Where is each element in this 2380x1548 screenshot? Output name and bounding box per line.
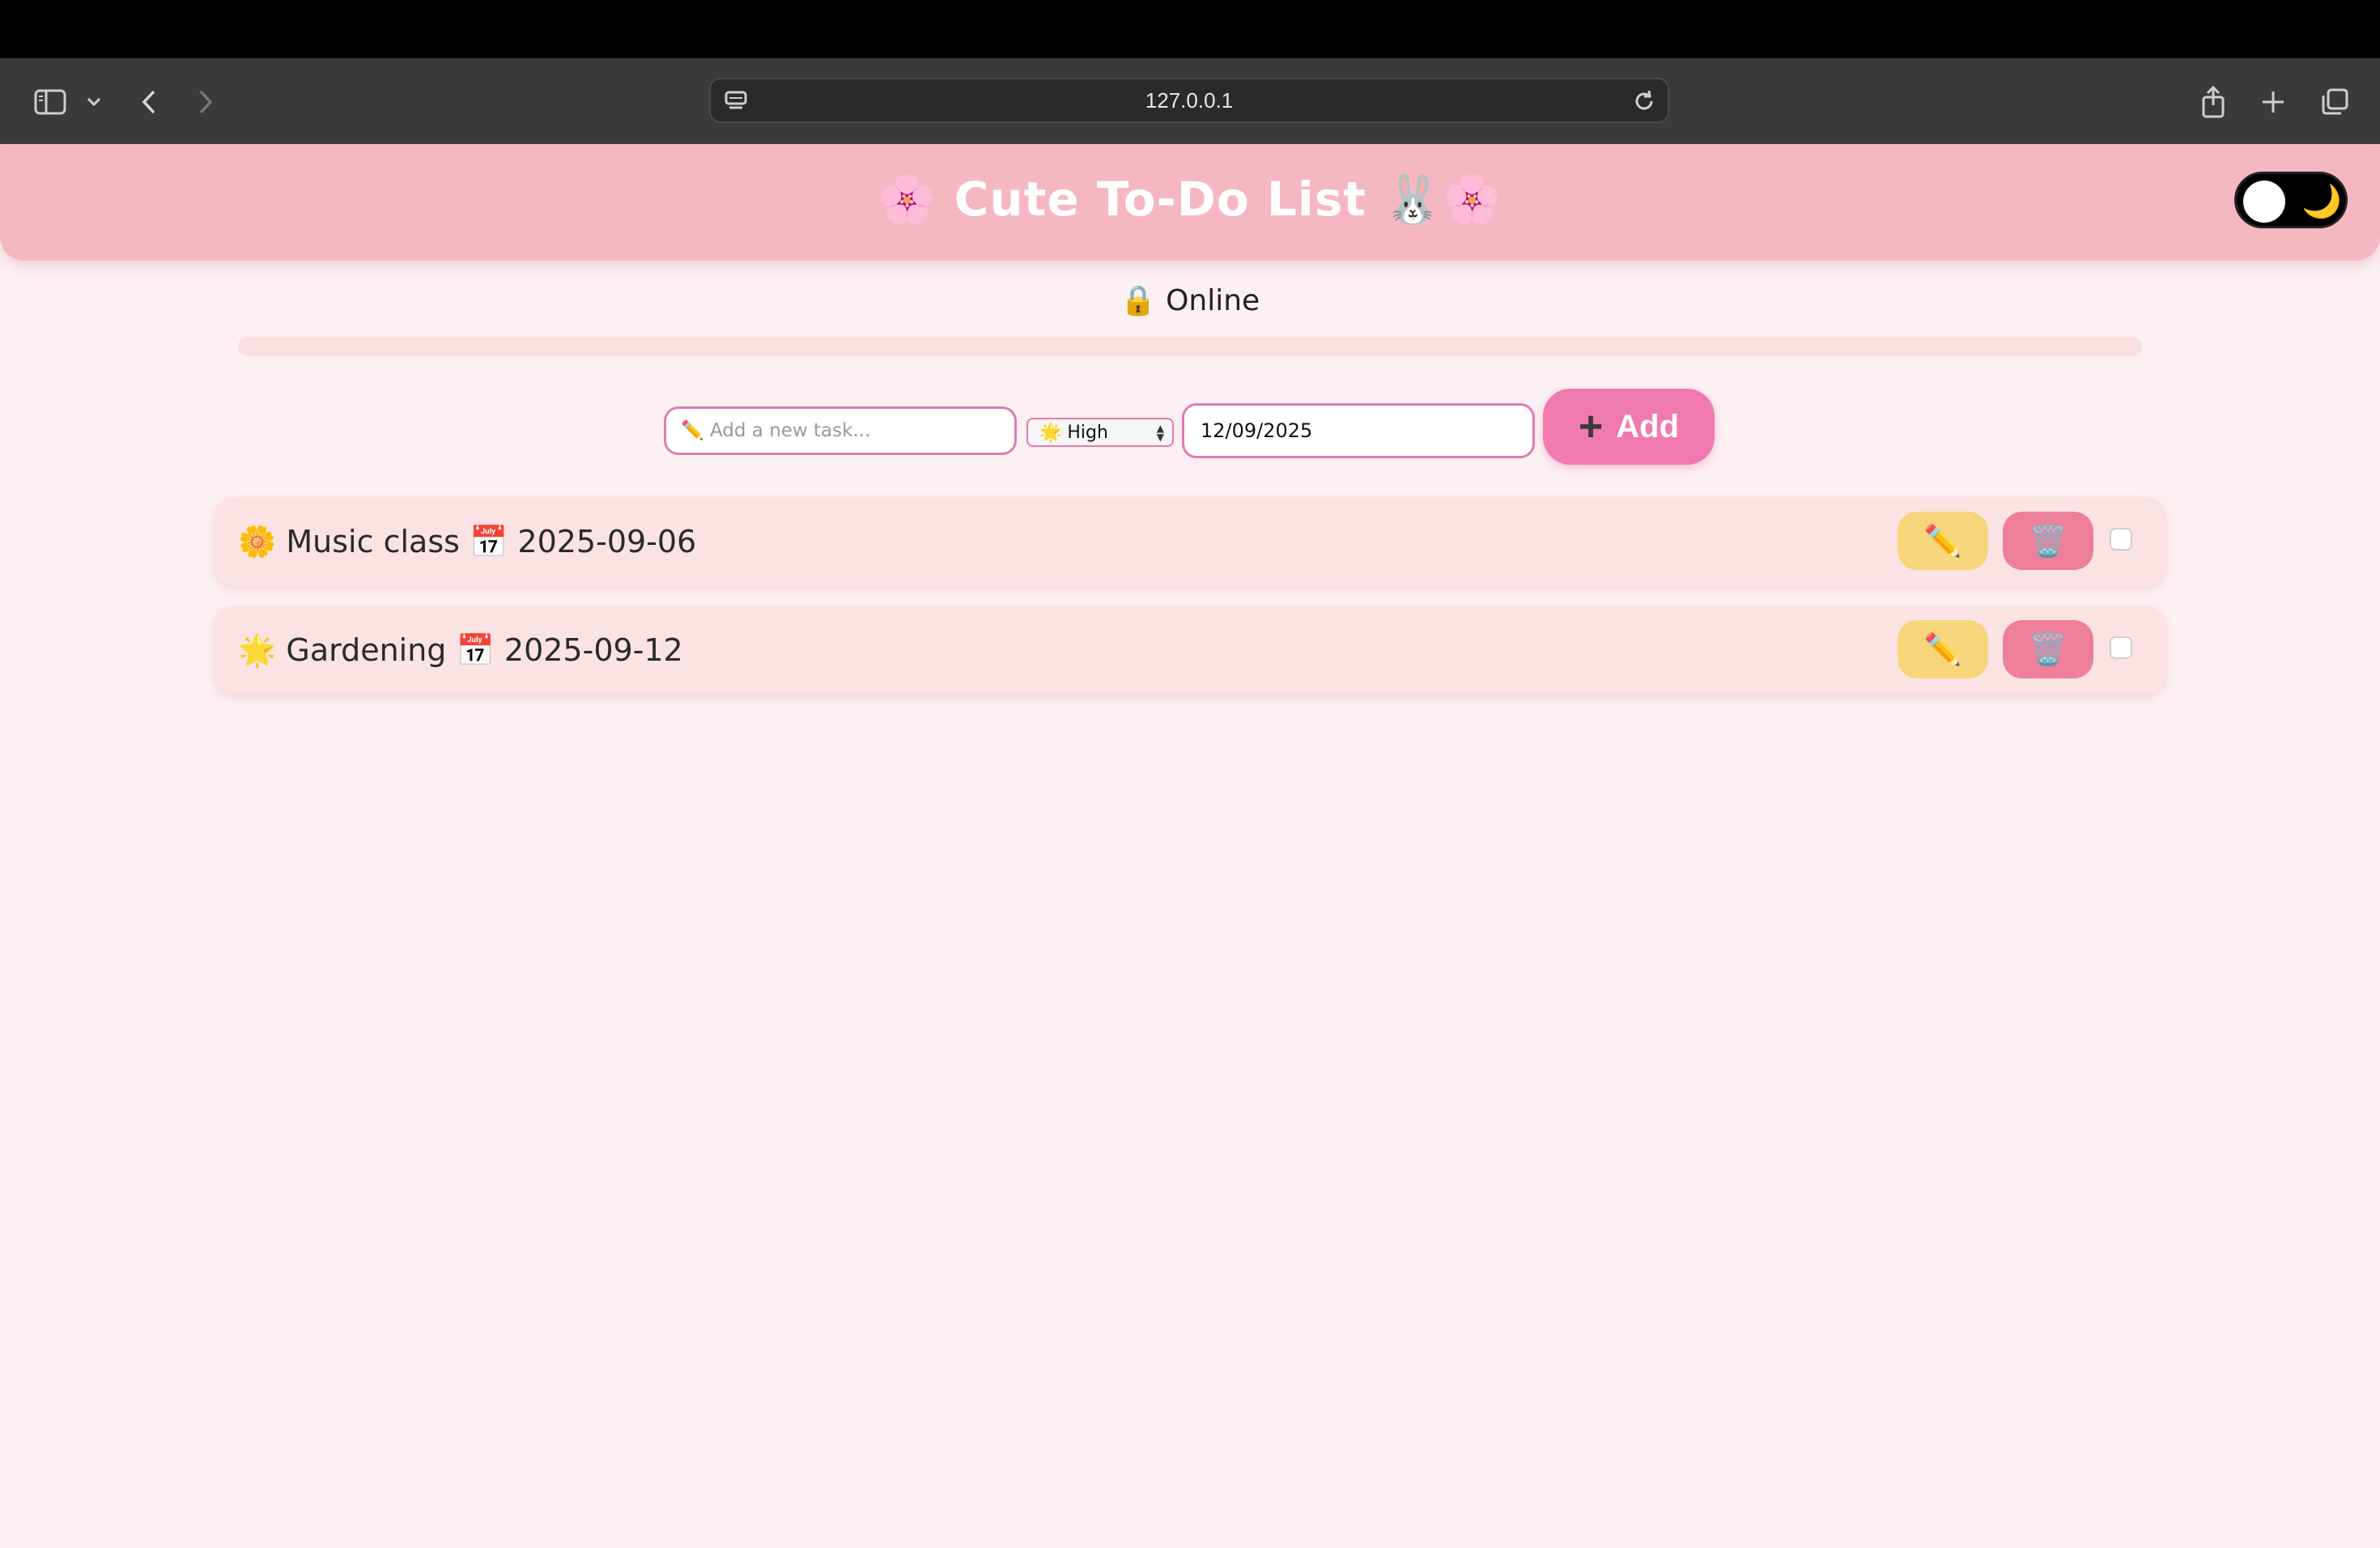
trash-icon: 🗑️ xyxy=(2029,522,2068,559)
chevron-down-icon[interactable] xyxy=(71,79,117,125)
edit-button[interactable]: ✏️ xyxy=(1898,512,1988,570)
priority-select[interactable]: 🌟 High ▲ ▼ xyxy=(1026,418,1174,447)
task-text: 🌼 Music class 📅 2025-09-06 xyxy=(238,523,697,559)
dark-mode-toggle[interactable]: 🌙 xyxy=(2234,172,2348,228)
new-task-input[interactable] xyxy=(664,406,1017,455)
tab-overview-icon[interactable] xyxy=(2312,79,2357,125)
browser-toolbar: 127.0.0.1 xyxy=(0,58,2380,146)
delete-button[interactable]: 🗑️ xyxy=(2003,512,2093,570)
add-task-button[interactable]: + Add xyxy=(1543,389,1715,465)
add-button-label: Add xyxy=(1616,408,1680,444)
reload-icon[interactable] xyxy=(1630,87,1658,115)
trash-icon: 🗑️ xyxy=(2029,631,2068,667)
task-done-checkbox[interactable] xyxy=(2110,528,2132,551)
url-text: 127.0.0.1 xyxy=(1145,87,1234,113)
system-top-bar xyxy=(0,0,2380,58)
task-item: 🌟 Gardening 📅 2025-09-12 ✏️ 🗑️ xyxy=(214,606,2166,695)
pencil-icon: ✏️ xyxy=(1923,522,1962,559)
back-icon[interactable] xyxy=(126,79,172,125)
due-date-value: 12/09/2025 xyxy=(1201,419,1313,442)
task-item: 🌼 Music class 📅 2025-09-06 ✏️ 🗑️ xyxy=(214,497,2166,586)
delete-button[interactable]: 🗑️ xyxy=(2003,620,2093,678)
plus-icon: + xyxy=(1578,403,1604,450)
moon-icon: 🌙 xyxy=(2301,183,2342,220)
priority-selected-value: 🌟 High xyxy=(1039,422,1108,443)
select-arrows-icon: ▲ ▼ xyxy=(1156,423,1164,443)
task-text: 🌟 Gardening 📅 2025-09-12 xyxy=(238,632,683,668)
app-header: 🌸 Cute To-Do List 🐰🌸 🌙 xyxy=(0,144,2380,261)
page-title: 🌸 Cute To-Do List 🐰🌸 xyxy=(878,172,1502,227)
edit-button[interactable]: ✏️ xyxy=(1898,620,1988,678)
new-tab-icon[interactable] xyxy=(2250,79,2296,125)
toggle-knob xyxy=(2243,181,2285,223)
connection-status: 🔒 Online xyxy=(1120,284,1260,317)
address-bar[interactable]: 127.0.0.1 xyxy=(709,78,1669,123)
share-icon[interactable] xyxy=(2191,79,2236,125)
task-done-checkbox[interactable] xyxy=(2110,636,2132,659)
progress-bar xyxy=(238,337,2142,356)
due-date-input[interactable]: 12/09/2025 xyxy=(1182,403,1535,458)
pencil-icon: ✏️ xyxy=(1923,631,1962,667)
forward-icon[interactable] xyxy=(183,79,228,125)
sidebar-toggle-icon[interactable] xyxy=(28,79,73,125)
